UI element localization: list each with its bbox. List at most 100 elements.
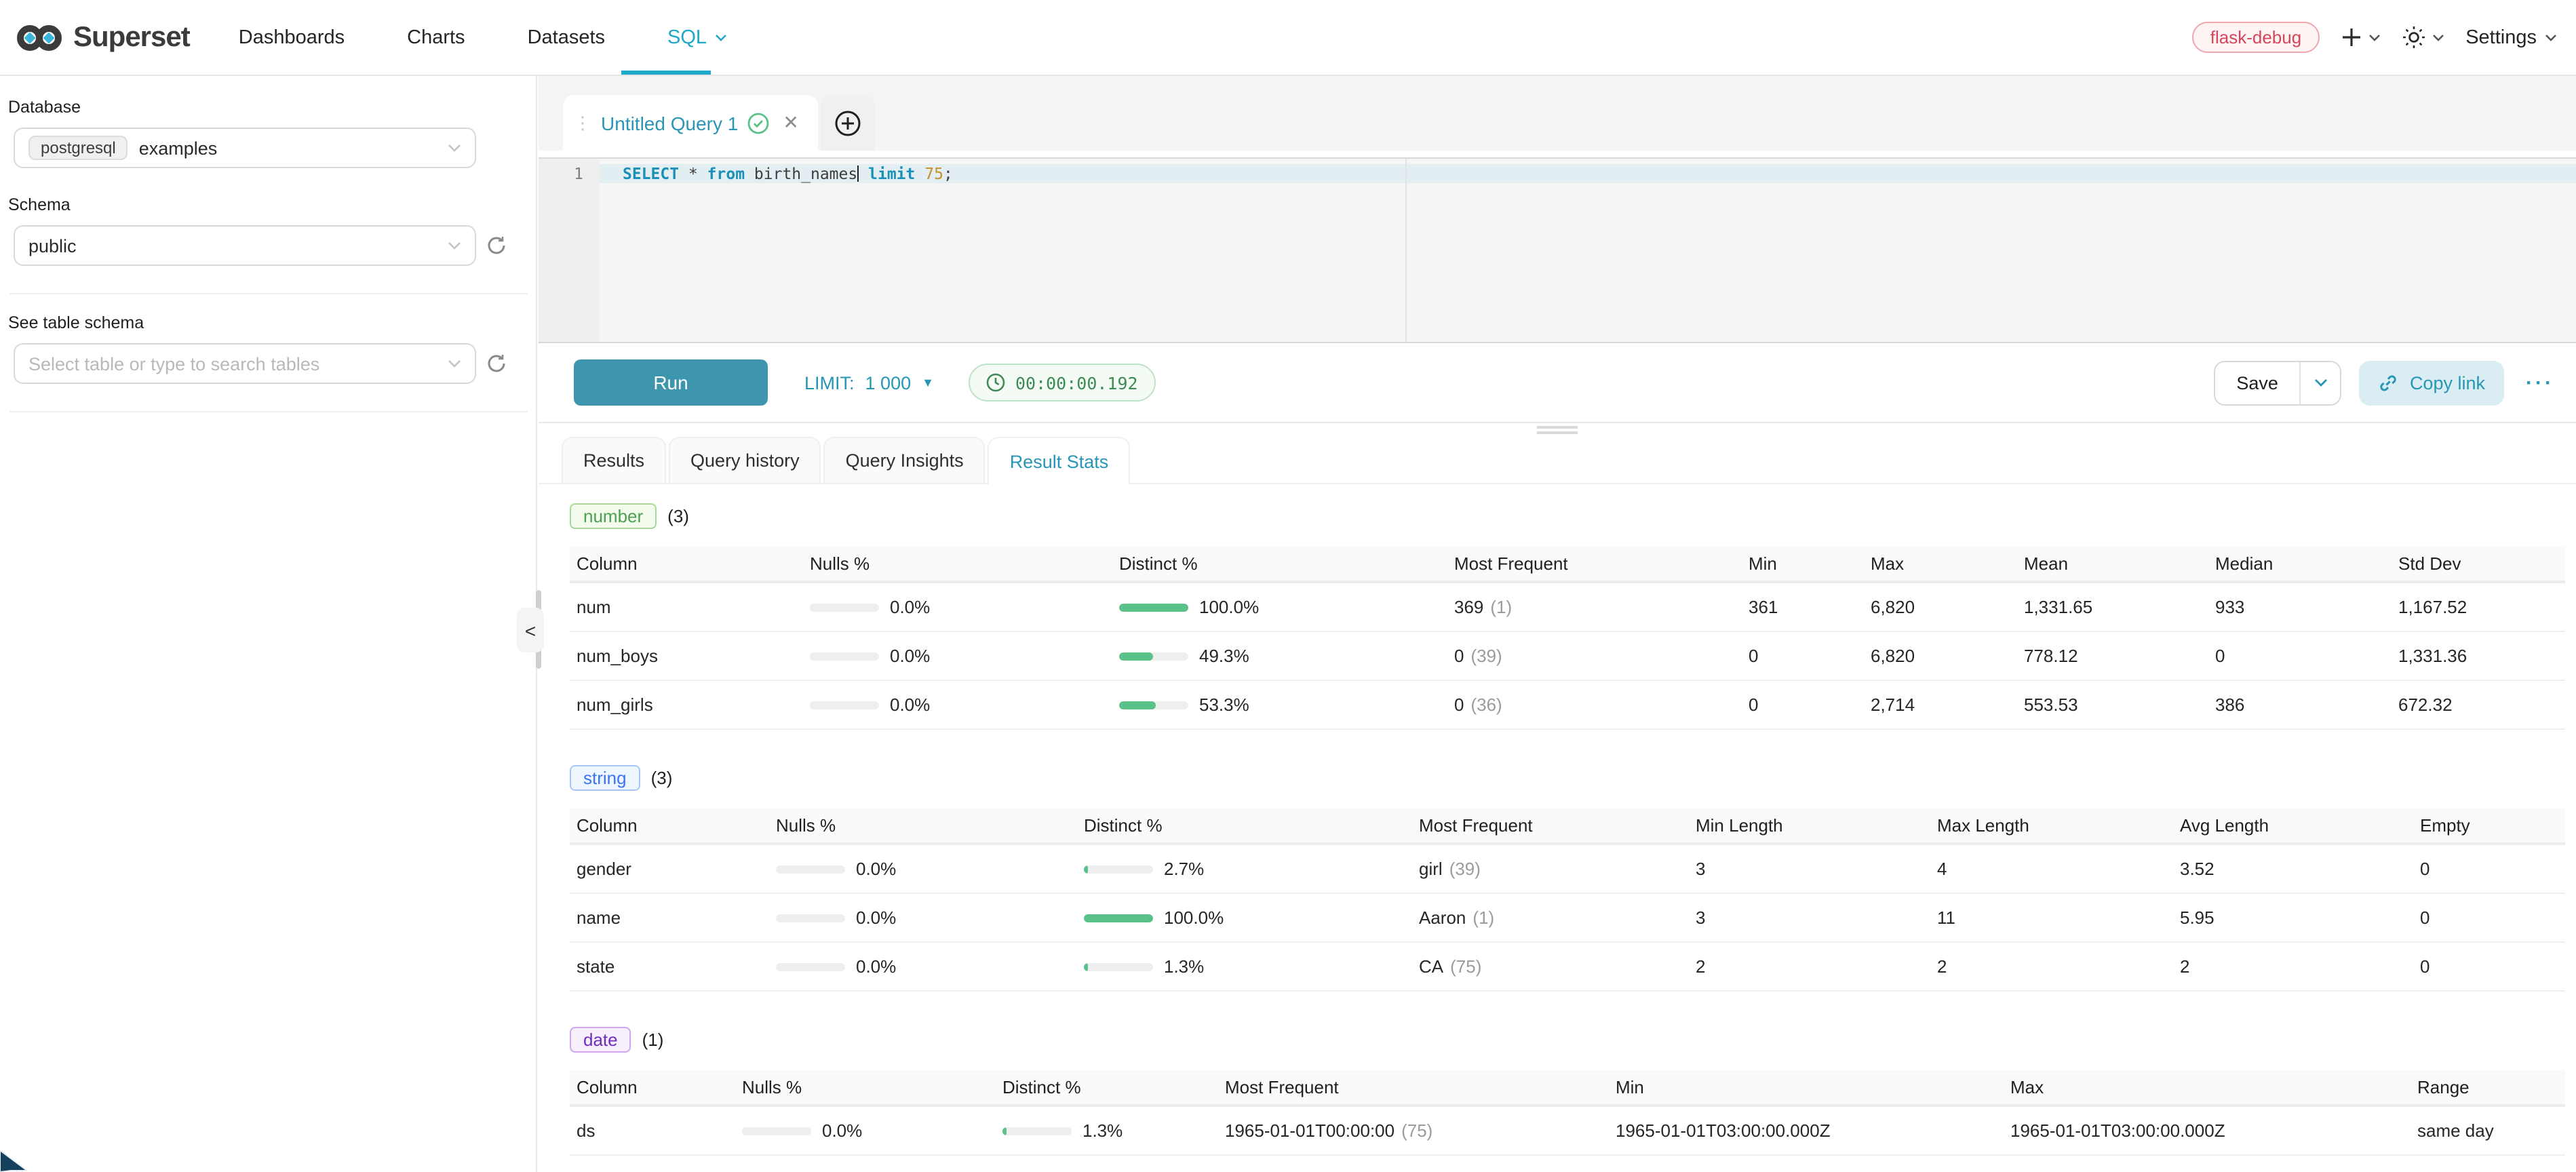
column-count: (3) (667, 506, 689, 526)
percent-label: 49.3% (1199, 646, 1249, 666)
result-tab-result-stats[interactable]: Result Stats (988, 437, 1131, 484)
percent-label: 0.0% (890, 646, 930, 666)
stat-cell-value: 369(1) (1454, 597, 1749, 617)
stat-table-number: ColumnNulls %Distinct %Most FrequentMinM… (570, 547, 2565, 730)
superset-logo[interactable]: Superset (16, 21, 190, 54)
nav-item-sql[interactable]: SQL (667, 26, 727, 48)
chevron-down-icon (2545, 33, 2557, 41)
column-header: Most Frequent (1454, 553, 1749, 574)
table-row: gender0.0%2.7%girl(39)343.520 (570, 845, 2565, 894)
stat-cell-value: 0 (36) (1454, 695, 1749, 715)
save-options-caret[interactable] (2300, 362, 2341, 404)
percent-label: 0.0% (890, 695, 930, 715)
stat-cell-value: 2 (1696, 956, 1937, 977)
table-select[interactable]: Select table or type to search tables (14, 343, 476, 384)
stat-cell-bar: 0.0% (810, 695, 1119, 715)
mouse-cursor (0, 1150, 27, 1172)
stat-cell-value: 3.52 (2180, 859, 2420, 879)
column-header: Median (2215, 553, 2398, 574)
stat-cell-value: 933 (2215, 597, 2398, 617)
table-schema-label: See table schema (8, 313, 536, 332)
stat-cell-value: 2,714 (1871, 695, 2024, 715)
result-tab-query-history[interactable]: Query history (669, 437, 821, 483)
percent-label: 0.0% (856, 859, 896, 879)
limit-dropdown[interactable]: LIMIT: 1 000 ▼ (804, 372, 934, 393)
value-count: (36) (1470, 695, 1502, 715)
database-label: Database (8, 98, 536, 117)
column-header: Max (2010, 1077, 2417, 1097)
stat-cell-column-name: num_girls (577, 695, 810, 715)
nav-item-datasets[interactable]: Datasets (528, 26, 605, 48)
column-header: Avg Length (2180, 815, 2420, 836)
success-check-icon (747, 112, 769, 134)
value-count: (1) (1490, 597, 1512, 617)
mini-progress-bar (776, 865, 845, 873)
column-header: Std Dev (2398, 553, 2565, 574)
refresh-schemas-icon[interactable] (486, 235, 507, 256)
stat-cell-value: 3 (1696, 859, 1937, 879)
column-header: Min Length (1696, 815, 1937, 836)
stat-cell-value: 1965-01-01T03:00:00.000Z (2010, 1120, 2417, 1141)
stat-cell-value: 5.95 (2180, 907, 2420, 928)
more-actions-button[interactable]: ··· (2526, 371, 2554, 394)
navbar-right: flask-debug Settings (2193, 22, 2557, 53)
sql-lab-sidebar: Database postgresql examples Schema publ… (0, 76, 537, 1172)
column-header: Min (1749, 553, 1871, 574)
collapse-sidebar-button[interactable]: < (517, 608, 544, 652)
active-nav-underline (621, 71, 711, 75)
nav-item-dashboards[interactable]: Dashboards (239, 26, 345, 48)
sql-token: from (707, 164, 745, 183)
settings-menu[interactable]: Settings (2465, 26, 2557, 48)
schema-select[interactable]: public (14, 225, 476, 266)
brand-name: Superset (73, 21, 190, 54)
value: 0 (1454, 695, 1464, 715)
stat-cell-bar: 0.0% (776, 956, 1084, 977)
sql-editor[interactable]: 1 SELECT * from birth_names limit 75; (539, 157, 2576, 343)
result-stats-panel: number(3)ColumnNulls %Distinct %Most Fre… (539, 484, 2576, 1156)
run-button[interactable]: Run (574, 359, 768, 406)
new-query-tab-button[interactable] (821, 95, 875, 151)
chevron-down-icon (2368, 33, 2380, 41)
stat-cell-value: 1,167.52 (2398, 597, 2565, 617)
chevron-down-icon (448, 241, 461, 250)
stat-cell-bar: 100.0% (1119, 597, 1454, 617)
close-tab-icon[interactable]: ✕ (783, 111, 798, 134)
database-engine-tag: postgresql (28, 136, 128, 160)
column-header: Nulls % (742, 1077, 1002, 1097)
query-tab[interactable]: ⋮ Untitled Query 1 ✕ (563, 95, 818, 151)
stat-cell-value: Aaron(1) (1419, 907, 1696, 928)
stat-cell-value: 3 (1696, 907, 1937, 928)
new-item-button[interactable] (2341, 27, 2380, 47)
stat-cell-value: 1,331.65 (2024, 597, 2215, 617)
column-header: Max (1871, 553, 2024, 574)
superset-sql-lab: Superset Dashboards Charts Datasets SQL fla… (0, 0, 2576, 1172)
resize-handle[interactable] (539, 423, 2576, 437)
result-tab-query-insights[interactable]: Query Insights (824, 437, 985, 483)
column-header: Mean (2024, 553, 2215, 574)
column-header: Nulls % (810, 553, 1119, 574)
drag-handle-icon[interactable]: ⋮ (574, 116, 591, 130)
nav-item-charts[interactable]: Charts (407, 26, 465, 48)
save-button[interactable]: Save (2214, 362, 2300, 404)
refresh-tables-icon[interactable] (486, 353, 507, 374)
chevron-down-icon (448, 359, 461, 368)
theme-toggle[interactable] (2402, 26, 2444, 49)
database-select[interactable]: postgresql examples (14, 128, 476, 168)
mini-progress-bar (810, 652, 879, 660)
stat-cell-column-name: num (577, 597, 810, 617)
copy-link-button[interactable]: Copy link (2360, 360, 2504, 405)
column-count: (1) (642, 1030, 664, 1050)
save-split-button[interactable]: Save (2213, 360, 2342, 405)
stat-cell-value: 672.32 (2398, 695, 2565, 715)
percent-label: 0.0% (856, 907, 896, 928)
sidebar-divider (9, 411, 528, 412)
table-header-row: ColumnNulls %Distinct %Most FrequentMinM… (570, 1070, 2565, 1107)
result-tabs: ResultsQuery historyQuery InsightsResult… (539, 437, 2576, 484)
mini-progress-bar (776, 914, 845, 922)
sql-token: limit (868, 164, 915, 183)
result-tab-results[interactable]: Results (562, 437, 666, 483)
stat-table-date: ColumnNulls %Distinct %Most FrequentMinM… (570, 1070, 2565, 1156)
editor-toolbar: Run LIMIT: 1 000 ▼ 00:00:00.192 Save (539, 343, 2576, 423)
badge-row: date(1) (570, 1027, 2565, 1053)
stat-cell-bar: 0.0% (776, 859, 1084, 879)
